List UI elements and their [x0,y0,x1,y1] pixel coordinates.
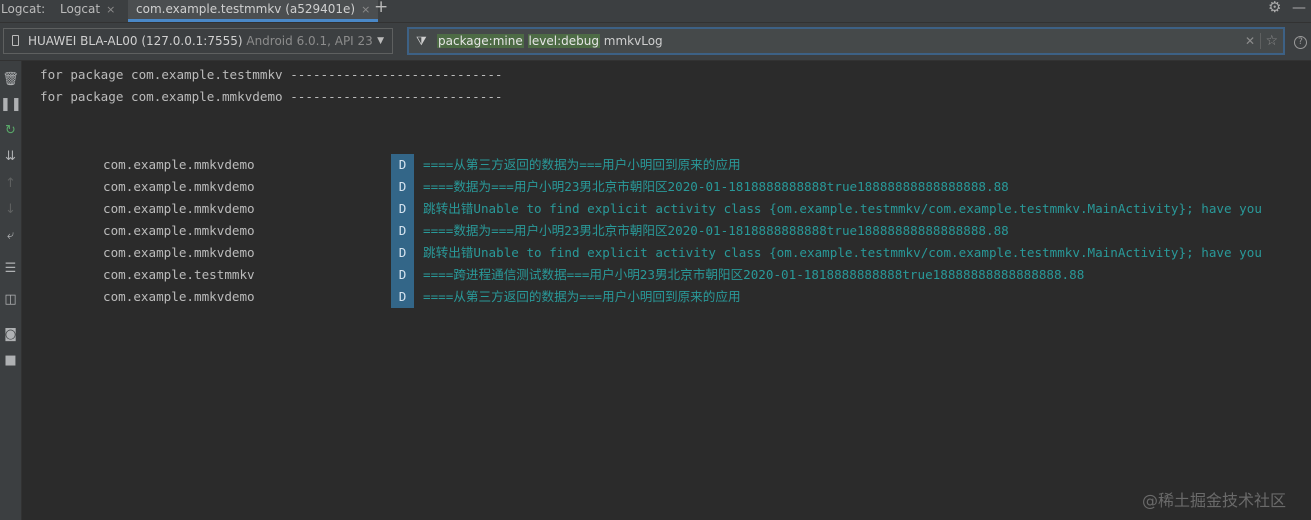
trash-icon[interactable]: 🗑 [0,72,21,88]
log-level: D [398,201,407,216]
down-arrow-icon[interactable]: ↓ [0,202,21,218]
filter-token-package: package:mine [437,34,524,48]
log-level: D [398,157,407,172]
screenshot-icon[interactable]: ◙ [0,327,21,343]
package-header: for package com.example.mmkvdemo -------… [40,89,503,104]
log-package: com.example.testmmkv [103,267,255,282]
up-arrow-icon[interactable]: ↑ [0,176,21,192]
log-row[interactable]: com.example.mmkvdemo D ====从第三方返回的数据为===… [22,154,1311,176]
watermark: @稀土掘金技术社区 [1142,491,1287,510]
log-message: 跳转出错Unable to find explicit activity cla… [423,201,1262,216]
log-package: com.example.mmkvdemo [103,179,255,194]
star-icon[interactable]: ☆ [1265,29,1278,53]
filter-token-text: mmkvLog [603,34,663,48]
split-view-icon[interactable]: ◫ [0,292,21,308]
tool-window-header: Logcat: Logcat × com.example.testmmkv (a5… [0,0,1311,23]
log-level: D [398,267,407,282]
log-package: com.example.mmkvdemo [103,245,255,260]
log-package: com.example.mmkvdemo [103,201,255,216]
scroll-to-end-icon[interactable]: ⇊ [0,149,21,165]
log-row[interactable]: com.example.mmkvdemo D ====数据为===用户小明23男… [22,176,1311,198]
tab-logcat[interactable]: Logcat × [50,0,125,19]
log-message: ====从第三方返回的数据为===用户小明回到原来的应用 [423,157,741,172]
minimize-icon[interactable]: — [1292,0,1306,17]
log-package: com.example.mmkvdemo [103,289,255,304]
log-row[interactable]: com.example.mmkvdemo D ====数据为===用户小明23男… [22,220,1311,242]
device-os: Android 6.0.1, API 23 [246,34,373,48]
tab-testmmkv[interactable]: com.example.testmmkv (a529401e) × [128,0,379,22]
logcat-toolbar: HUAWEI BLA-AL00 (127.0.0.1:7555) Android… [0,23,1311,61]
log-message: ====跨进程通信测试数据===用户小明23男北京市朝阳区2020-01-181… [423,267,1085,282]
log-row[interactable]: com.example.mmkvdemo D ====从第三方返回的数据为===… [22,286,1311,308]
logcat-filter-input[interactable]: ⧩ package:mine level:debug mmkvLog ✕ ☆ [407,27,1285,55]
device-name: HUAWEI BLA-AL00 (127.0.0.1:7555) [28,34,247,48]
screen-record-icon[interactable]: ■ [0,353,21,369]
format-icon[interactable]: ☰ [0,261,21,277]
help-icon[interactable]: ? [1294,36,1307,49]
tool-window-title: Logcat: [1,2,46,16]
phone-icon [12,35,19,46]
log-level: D [398,223,407,238]
logcat-side-toolbar: 🗑 ❚❚ ↻ ⇊ ↑ ↓ ⤶ ☰ ◫ ◙ ■ [0,61,22,520]
log-row[interactable]: com.example.mmkvdemo D 跳转出错Unable to fin… [22,242,1311,264]
log-package: com.example.mmkvdemo [103,223,255,238]
log-output[interactable]: for package com.example.testmmkv -------… [22,61,1311,520]
close-icon[interactable]: × [106,3,115,16]
clear-icon[interactable]: ✕ [1245,29,1255,53]
add-tab-icon[interactable]: + [374,0,388,16]
log-package: com.example.mmkvdemo [103,157,255,172]
filter-token-level: level:debug [527,34,600,48]
close-icon[interactable]: × [361,3,370,16]
log-row[interactable]: com.example.testmmkv D ====跨进程通信测试数据===用… [22,264,1311,286]
tab-label: com.example.testmmkv (a529401e) [136,2,356,16]
log-message: ====数据为===用户小明23男北京市朝阳区2020-01-181888888… [423,179,1009,194]
soft-wrap-icon[interactable]: ⤶ [0,228,21,244]
log-row[interactable]: com.example.mmkvdemo D 跳转出错Unable to fin… [22,198,1311,220]
pause-icon[interactable]: ❚❚ [0,97,22,113]
filter-icon[interactable]: ⧩ [416,29,427,53]
log-message: 跳转出错Unable to find explicit activity cla… [423,245,1262,260]
log-message: ====从第三方返回的数据为===用户小明回到原来的应用 [423,289,741,304]
restart-icon[interactable]: ↻ [0,123,21,139]
device-selector[interactable]: HUAWEI BLA-AL00 (127.0.0.1:7555) Android… [3,28,393,54]
log-level: D [398,289,407,304]
log-message: ====数据为===用户小明23男北京市朝阳区2020-01-181888888… [423,223,1009,238]
log-level: D [398,245,407,260]
divider [1260,33,1261,49]
gear-icon[interactable]: ⚙ [1268,0,1281,16]
package-header: for package com.example.testmmkv -------… [40,67,503,82]
chevron-down-icon: ▼ [377,36,384,46]
tab-label: Logcat [60,2,101,16]
log-level: D [398,179,407,194]
